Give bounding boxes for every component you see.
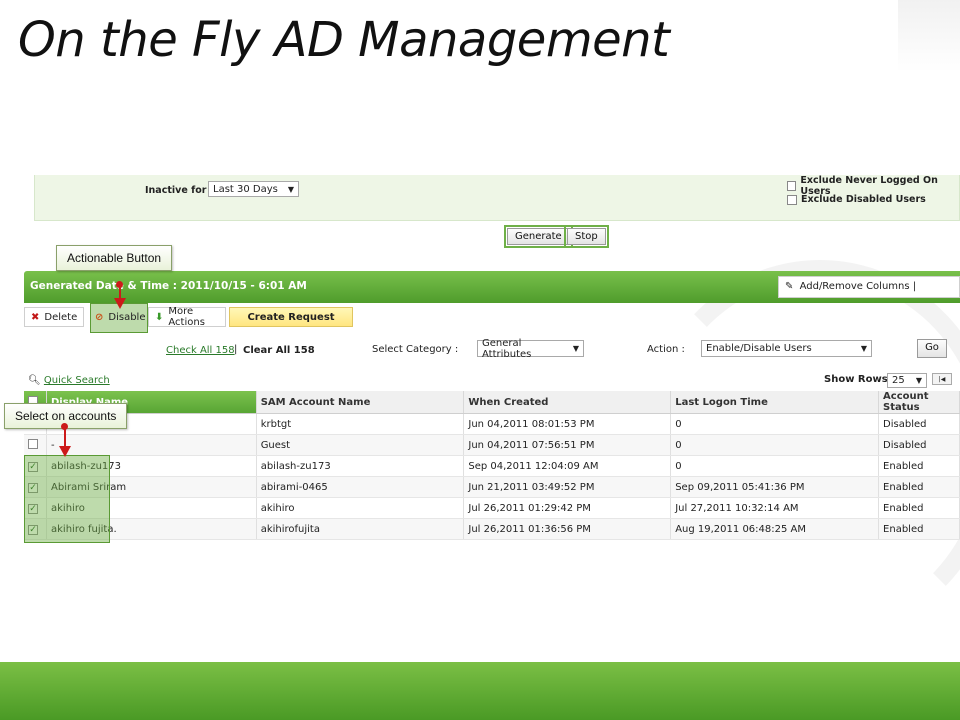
generate-button[interactable]: Generate	[507, 228, 570, 245]
chevron-down-icon: ▼	[915, 376, 922, 385]
when-created-cell: Sep 04,2011 12:04:09 AM	[463, 455, 672, 477]
sam-account-cell: akihirofujita	[256, 518, 465, 540]
account-status-cell: Enabled	[878, 455, 960, 477]
add-remove-columns-button[interactable]: ✎ Add/Remove Columns |	[778, 276, 960, 298]
slide-corner-decoration	[898, 0, 960, 72]
when-created-cell: Jun 21,2011 03:49:52 PM	[463, 476, 672, 498]
show-rows-select[interactable]: 25 ▼	[887, 373, 927, 388]
check-all-link[interactable]: Check All 158	[166, 345, 235, 356]
category-row: Check All 158 | Clear All 158 Select Cat…	[24, 335, 960, 363]
account-status-cell: Enabled	[878, 518, 960, 540]
row-checkbox[interactable]	[28, 438, 38, 449]
edit-icon: ✎	[785, 281, 794, 292]
quick-search-link[interactable]: 🔍︎ Quick Search	[28, 375, 110, 386]
first-page-button[interactable]: |◀	[932, 373, 952, 385]
generated-date: Generated Date & Time : 2011/10/15 - 6:0…	[30, 280, 307, 292]
last-logon-cell: 0	[670, 455, 880, 477]
more-actions-button[interactable]: ⬇ More Actions	[148, 306, 226, 328]
column-header-last-logon[interactable]: Last Logon Time	[670, 391, 880, 414]
report-header-bar: Generated Date & Time : 2011/10/15 - 6:0…	[24, 271, 960, 303]
sam-account-cell: Guest	[256, 434, 465, 456]
arrow-head-icon	[59, 446, 71, 457]
action-label: Action :	[647, 344, 685, 355]
table-row[interactable]: ✓ akihiro akihiro Jul 26,2011 01:29:42 P…	[24, 497, 960, 519]
table-header-row: Display Name SAM Account Name When Creat…	[24, 391, 960, 414]
table-row[interactable]: - Guest Jun 04,2011 07:56:51 PM 0 Disabl…	[24, 434, 960, 456]
sam-account-cell: abilash-zu173	[256, 455, 465, 477]
column-header-when-created[interactable]: When Created	[463, 391, 672, 414]
column-header-sam-account[interactable]: SAM Account Name	[256, 391, 465, 414]
go-button[interactable]: Go	[917, 339, 947, 358]
show-rows-value: 25	[892, 375, 905, 386]
delete-button[interactable]: ✖ Delete	[24, 307, 84, 327]
filter-panel: Inactive for : Last 30 Days ▼ Exclude Ne…	[34, 175, 960, 221]
table-row[interactable]: ✓ akihiro fujita. akihirofujita Jul 26,2…	[24, 518, 960, 540]
disable-button[interactable]: ⊘ Disable	[88, 307, 146, 327]
exclude-never-logged-checkbox[interactable]	[787, 181, 797, 191]
when-created-cell: Jun 04,2011 07:56:51 PM	[463, 434, 672, 456]
generate-button-frame: Generate	[504, 225, 573, 248]
sam-account-cell: akihiro	[256, 497, 465, 519]
last-logon-cell: 0	[670, 434, 880, 456]
account-status-cell: Disabled	[878, 413, 960, 435]
when-created-cell: Jul 26,2011 01:29:42 PM	[463, 497, 672, 519]
exclude-disabled-checkbox[interactable]	[787, 194, 797, 205]
category-select[interactable]: General Attributes ▼	[477, 337, 584, 360]
display-name-cell: -	[46, 434, 257, 456]
slide-footer-band	[0, 662, 960, 720]
stop-button-frame: Stop	[564, 225, 609, 248]
chevron-down-icon: ▼	[572, 344, 579, 353]
action-select[interactable]: Enable/Disable Users ▼	[701, 340, 872, 357]
arrow-head-icon	[114, 298, 126, 309]
ban-icon: ⊘	[95, 311, 104, 323]
create-request-button[interactable]: Create Request	[229, 307, 353, 327]
inactive-for-label: Inactive for :	[145, 185, 214, 196]
app-screenshot: Inactive for : Last 30 Days ▼ Exclude Ne…	[24, 175, 960, 545]
separator: |	[234, 344, 238, 355]
chevron-down-icon: ▼	[287, 184, 294, 194]
select-category-label: Select Category :	[372, 344, 459, 355]
last-logon-cell: 0	[670, 413, 880, 435]
sam-account-cell: abirami-0465	[256, 476, 465, 498]
arrow-down-icon: ⬇	[155, 311, 164, 323]
inactive-for-value: Last 30 Days	[213, 183, 278, 195]
x-icon: ✖	[31, 311, 40, 323]
disable-label: Disable	[108, 311, 146, 323]
search-icon: 🔍︎	[28, 375, 41, 386]
callout-arrow-line	[64, 427, 66, 447]
account-status-cell: Disabled	[878, 434, 960, 456]
accounts-table: Display Name SAM Account Name When Creat…	[24, 391, 960, 540]
action-toolbar: ✖ Delete ⊘ Disable ⬇ More Actions Create…	[24, 305, 960, 329]
delete-label: Delete	[44, 311, 78, 323]
account-status-cell: Enabled	[878, 497, 960, 519]
slide-title: On the Fly AD Management	[18, 12, 670, 68]
add-remove-columns-label: Add/Remove Columns |	[799, 281, 917, 292]
more-actions-label: More Actions	[168, 306, 205, 328]
table-row[interactable]: krbtgt Jun 04,2011 08:01:53 PM 0 Disable…	[24, 413, 960, 435]
last-logon-cell: Jul 27,2011 10:32:14 AM	[670, 497, 880, 519]
clear-all-link[interactable]: Clear All 158	[243, 345, 315, 356]
when-created-cell: Jul 26,2011 01:36:56 PM	[463, 518, 672, 540]
table-row[interactable]: ✓ Abirami Sriram abirami-0465 Jun 21,201…	[24, 476, 960, 498]
table-row[interactable]: ✓ abilash-zu173 abilash-zu173 Sep 04,201…	[24, 455, 960, 477]
quick-search-label: Quick Search	[43, 375, 110, 386]
exclude-disabled-option[interactable]: Exclude Disabled Users	[787, 194, 926, 205]
when-created-cell: Jun 04,2011 08:01:53 PM	[463, 413, 672, 435]
column-header-account-status[interactable]: Account Status	[878, 391, 960, 414]
exclude-disabled-label: Exclude Disabled Users	[801, 194, 926, 205]
last-logon-cell: Aug 19,2011 06:48:25 AM	[670, 518, 880, 540]
chevron-down-icon: ▼	[860, 344, 867, 353]
sam-account-cell: krbtgt	[256, 413, 465, 435]
action-value: Enable/Disable Users	[706, 343, 812, 354]
actionable-button-callout: Actionable Button	[56, 245, 173, 271]
category-value: General Attributes	[482, 337, 532, 360]
show-rows-label: Show Rows :	[824, 374, 896, 385]
inactive-for-select[interactable]: Last 30 Days ▼	[208, 181, 299, 197]
selected-accounts-highlight	[24, 455, 110, 543]
last-logon-cell: Sep 09,2011 05:41:36 PM	[670, 476, 880, 498]
stop-button[interactable]: Stop	[567, 228, 606, 245]
account-status-cell: Enabled	[878, 476, 960, 498]
